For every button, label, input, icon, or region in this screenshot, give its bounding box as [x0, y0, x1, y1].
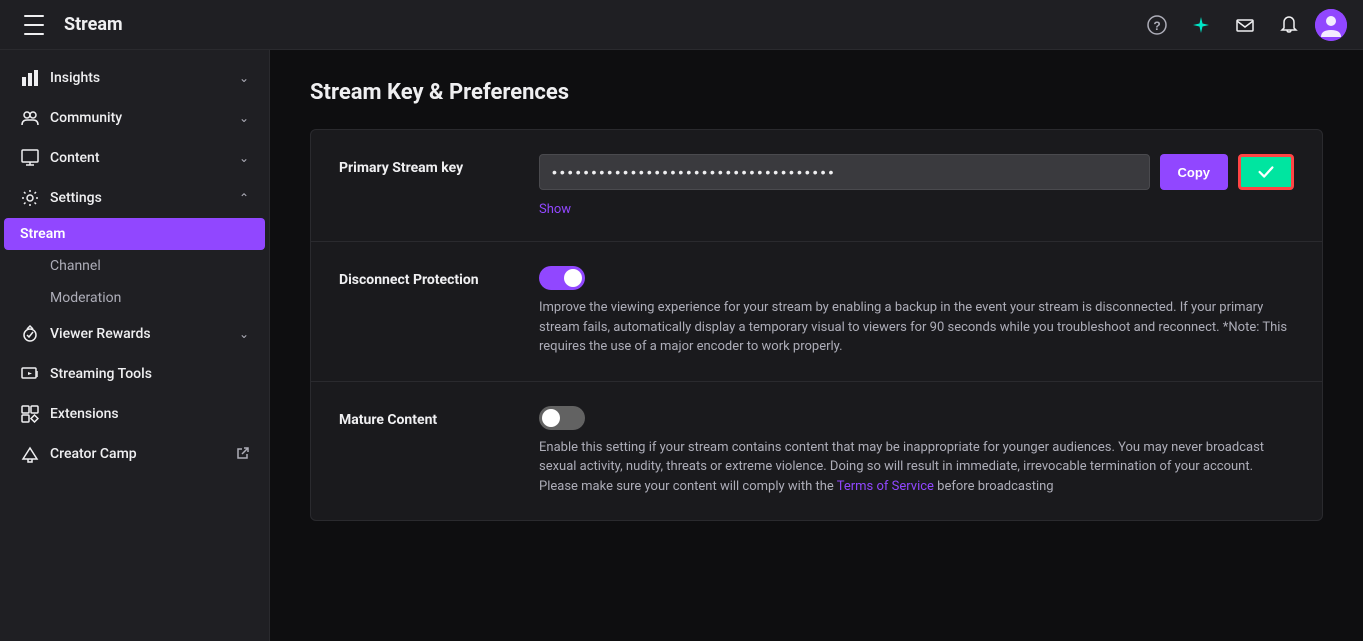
sidebar: Insights ⌄ Community ⌄	[0, 50, 270, 641]
sidebar-item-label-creator-camp: Creator Camp	[50, 446, 231, 462]
hamburger-button[interactable]	[16, 7, 52, 43]
sidebar-item-insights[interactable]: Insights ⌄	[4, 58, 265, 98]
topbar: Stream ?	[0, 0, 1363, 50]
mature-content-desc: Enable this setting if your stream conta…	[539, 438, 1294, 497]
insights-icon	[20, 68, 40, 88]
chevron-down-icon: ⌄	[239, 151, 249, 165]
topbar-title: Stream	[64, 14, 123, 35]
mature-content-label: Mature Content	[339, 406, 539, 428]
streaming-tools-icon	[20, 364, 40, 384]
sidebar-item-label-viewer-rewards: Viewer Rewards	[50, 326, 239, 342]
sidebar-item-settings[interactable]: Settings ⌃	[4, 178, 265, 218]
sidebar-item-label-insights: Insights	[50, 70, 239, 86]
disconnect-protection-control: Improve the viewing experience for your …	[539, 266, 1294, 357]
creator-camp-icon	[20, 444, 40, 464]
sidebar-item-content[interactable]: Content ⌄	[4, 138, 265, 178]
sidebar-item-label-extensions: Extensions	[50, 406, 249, 422]
sidebar-item-label-settings: Settings	[50, 190, 239, 206]
content-icon	[20, 148, 40, 168]
show-key-link[interactable]: Show	[539, 202, 571, 217]
mature-toggle-wrapper	[539, 406, 1294, 430]
checkmark-icon	[1256, 162, 1276, 182]
sparkle-icon	[1191, 15, 1211, 35]
sidebar-item-creator-camp[interactable]: Creator Camp	[4, 434, 265, 474]
sidebar-item-label-streaming-tools: Streaming Tools	[50, 366, 249, 382]
stream-key-row: Primary Stream key Copy Show	[311, 130, 1322, 242]
disconnect-protection-toggle[interactable]	[539, 266, 585, 290]
sparkle-button[interactable]	[1183, 7, 1219, 43]
tos-link[interactable]: Terms of Service	[837, 479, 934, 494]
page-title: Stream Key & Preferences	[310, 80, 1323, 105]
mature-content-row: Mature Content Enable this setting if yo…	[311, 382, 1322, 521]
disconnect-toggle-wrapper	[539, 266, 1294, 290]
viewer-rewards-icon	[20, 324, 40, 344]
stream-key-input-row: Copy	[539, 154, 1294, 190]
avatar-icon	[1315, 9, 1347, 41]
mature-content-desc-part2: before broadcasting	[934, 479, 1054, 494]
settings-card: Primary Stream key Copy Show	[310, 129, 1323, 521]
community-icon	[20, 108, 40, 128]
chevron-down-icon: ⌄	[239, 327, 249, 341]
sidebar-item-community[interactable]: Community ⌄	[4, 98, 265, 138]
mail-icon	[1235, 15, 1255, 35]
sidebar-sub-label-channel: Channel	[50, 258, 101, 274]
chevron-down-icon: ⌄	[239, 111, 249, 125]
user-avatar-button[interactable]	[1315, 9, 1347, 41]
stream-key-input[interactable]	[539, 154, 1150, 190]
svg-text:?: ?	[1153, 19, 1160, 33]
mature-content-control: Enable this setting if your stream conta…	[539, 406, 1294, 497]
disconnect-protection-row: Disconnect Protection Improve the viewin…	[311, 242, 1322, 382]
sidebar-item-extensions[interactable]: Extensions	[4, 394, 265, 434]
chevron-up-icon: ⌃	[239, 191, 249, 205]
help-button[interactable]: ?	[1139, 7, 1175, 43]
sidebar-item-viewer-rewards[interactable]: Viewer Rewards ⌄	[4, 314, 265, 354]
sidebar-item-streaming-tools[interactable]: Streaming Tools	[4, 354, 265, 394]
confirm-button[interactable]	[1238, 154, 1294, 190]
sidebar-item-moderation[interactable]: Moderation	[4, 282, 265, 314]
mail-button[interactable]	[1227, 7, 1263, 43]
hamburger-icon	[24, 15, 44, 35]
settings-icon	[20, 188, 40, 208]
extensions-icon	[20, 404, 40, 424]
sidebar-item-label-content: Content	[50, 150, 239, 166]
toggle-slider	[539, 406, 585, 430]
content-area: Stream Key & Preferences Primary Stream …	[270, 50, 1363, 641]
disconnect-protection-label: Disconnect Protection	[339, 266, 539, 288]
toggle-slider	[539, 266, 585, 290]
topbar-left: Stream	[16, 7, 123, 43]
help-icon: ?	[1147, 15, 1167, 35]
notifications-button[interactable]	[1271, 7, 1307, 43]
stream-key-control: Copy Show	[539, 154, 1294, 217]
main-layout: Insights ⌄ Community ⌄	[0, 50, 1363, 641]
sidebar-sub-label-moderation: Moderation	[50, 290, 121, 306]
sidebar-item-stream[interactable]: Stream	[4, 218, 265, 250]
stream-key-label: Primary Stream key	[339, 154, 539, 176]
copy-button[interactable]: Copy	[1160, 154, 1229, 190]
external-link-icon	[237, 447, 249, 462]
chevron-down-icon: ⌄	[239, 71, 249, 85]
sidebar-sub-label-stream: Stream	[20, 226, 249, 242]
sidebar-item-label-community: Community	[50, 110, 239, 126]
sidebar-item-channel[interactable]: Channel	[4, 250, 265, 282]
bell-icon	[1279, 15, 1299, 35]
mature-content-toggle[interactable]	[539, 406, 585, 430]
disconnect-protection-desc: Improve the viewing experience for your …	[539, 298, 1294, 357]
topbar-right: ?	[1139, 7, 1347, 43]
